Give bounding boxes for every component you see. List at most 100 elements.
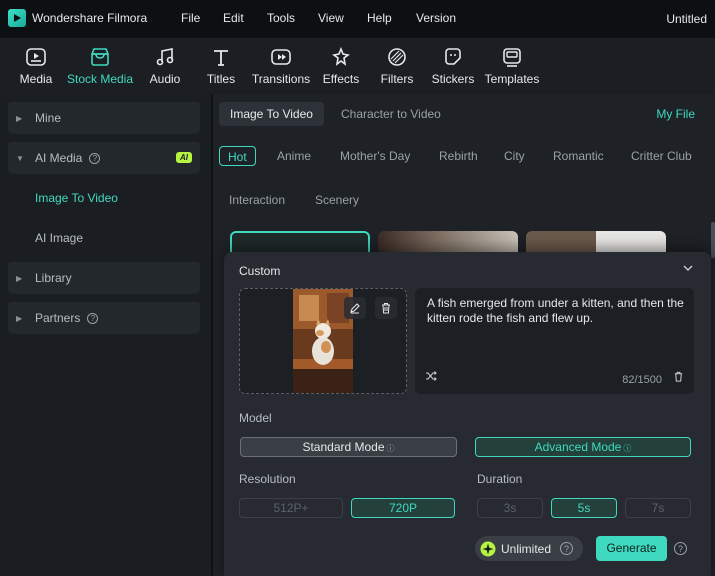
category-rebirth[interactable]: Rebirth bbox=[431, 146, 486, 166]
shuffle-icon[interactable] bbox=[425, 370, 437, 385]
prompt-text[interactable]: A fish emerged from under a kitten, and … bbox=[427, 296, 687, 326]
category-anime[interactable]: Anime bbox=[269, 146, 319, 166]
sidebar-item-label: Mine bbox=[35, 111, 62, 125]
toolbar-label: Media bbox=[19, 72, 53, 86]
sidebar-item-ai-image[interactable]: AI Image bbox=[8, 222, 200, 254]
title-bar: Wondershare Filmora File Edit Tools View… bbox=[0, 0, 715, 38]
category-romantic[interactable]: Romantic bbox=[545, 146, 612, 166]
templates-icon bbox=[503, 48, 521, 67]
sidebar-item-label: AI Media bbox=[35, 151, 83, 165]
toolbar-stock-media[interactable]: Stock Media bbox=[64, 38, 136, 94]
app-name: Wondershare Filmora bbox=[32, 11, 148, 25]
sidebar-item-mine[interactable]: ▶ Mine bbox=[8, 102, 200, 134]
sparkle-icon bbox=[480, 541, 496, 557]
effects-icon bbox=[332, 46, 350, 66]
custom-panel: Custom A fish emerged from under a kitte… bbox=[224, 252, 711, 576]
trash-icon bbox=[382, 303, 390, 314]
uploaded-image-box[interactable] bbox=[239, 288, 407, 394]
delete-image-button[interactable] bbox=[375, 297, 397, 319]
menu-version[interactable]: Version bbox=[416, 11, 456, 25]
info-icon: ⓘ bbox=[623, 444, 632, 453]
duration-5s-button[interactable]: 5s bbox=[551, 498, 617, 518]
ai-badge: AI bbox=[176, 152, 192, 163]
chevron-down-icon[interactable] bbox=[683, 264, 693, 275]
tab-image-to-video[interactable]: Image To Video bbox=[219, 102, 324, 126]
sidebar-item-ai-media[interactable]: ▼ AI Media ? AI bbox=[8, 142, 200, 174]
toolbar-label: Stock Media bbox=[66, 72, 134, 86]
category-city[interactable]: City bbox=[496, 146, 533, 166]
help-icon[interactable]: ? bbox=[674, 542, 687, 555]
duration-3s-button[interactable]: 3s bbox=[477, 498, 543, 518]
scrollbar[interactable] bbox=[711, 222, 715, 258]
menu-file[interactable]: File bbox=[181, 11, 200, 25]
edit-image-button[interactable] bbox=[344, 297, 366, 319]
toolbar-label: Transitions bbox=[251, 72, 311, 86]
document-title: Untitled bbox=[666, 12, 707, 26]
menu-help[interactable]: Help bbox=[367, 11, 392, 25]
toolbar-templates[interactable]: Templates bbox=[484, 38, 540, 94]
unlimited-label: Unlimited bbox=[501, 541, 552, 556]
custom-title: Custom bbox=[239, 264, 281, 278]
toolbar-label: Templates bbox=[484, 72, 540, 86]
toolbar-media[interactable]: Media bbox=[14, 38, 58, 94]
left-sidebar: ▶ Mine ▼ AI Media ? AI Image To Video AI… bbox=[0, 94, 212, 576]
menu-view[interactable]: View bbox=[318, 11, 344, 25]
titles-icon bbox=[214, 50, 228, 66]
transitions-icon bbox=[271, 49, 291, 65]
unlimited-credits-pill[interactable]: Unlimited ? bbox=[475, 536, 583, 561]
toolbar-effects[interactable]: Effects bbox=[321, 38, 361, 94]
filmora-logo-icon bbox=[8, 9, 26, 27]
caret-right-icon: ▶ bbox=[16, 273, 23, 283]
resolution-label: Resolution bbox=[239, 472, 296, 486]
category-critter-club[interactable]: Critter Club bbox=[623, 146, 700, 166]
sidebar-item-label: Library bbox=[35, 271, 72, 285]
toolbar-transitions[interactable]: Transitions bbox=[251, 38, 311, 94]
trash-icon bbox=[674, 371, 683, 382]
category-scenery[interactable]: Scenery bbox=[307, 190, 367, 210]
audio-icon bbox=[156, 48, 174, 66]
sidebar-item-label: Partners bbox=[35, 311, 81, 325]
toolbar-label: Stickers bbox=[431, 72, 475, 86]
sidebar-item-label: Image To Video bbox=[35, 191, 118, 205]
standard-mode-button[interactable]: Standard Mode ⓘ bbox=[240, 437, 457, 457]
toolbar-label: Titles bbox=[206, 72, 236, 86]
toolbar-audio[interactable]: Audio bbox=[144, 38, 186, 94]
help-icon[interactable]: ? bbox=[560, 542, 574, 555]
prompt-input[interactable]: A fish emerged from under a kitten, and … bbox=[415, 288, 694, 394]
generate-button[interactable]: Generate bbox=[596, 536, 667, 561]
advanced-mode-button[interactable]: Advanced Mode ⓘ bbox=[475, 437, 691, 457]
standard-mode-label: Standard Mode bbox=[302, 440, 385, 454]
sidebar-item-label: AI Image bbox=[35, 231, 84, 245]
character-counter: 82/1500 bbox=[622, 374, 662, 386]
category-interaction[interactable]: Interaction bbox=[221, 190, 293, 210]
duration-label: Duration bbox=[477, 472, 523, 486]
toolbar-titles[interactable]: Titles bbox=[201, 38, 241, 94]
my-file-link[interactable]: My File bbox=[656, 107, 695, 121]
menu-tools[interactable]: Tools bbox=[267, 11, 295, 25]
category-mothers-day[interactable]: Mother's Day bbox=[332, 146, 418, 166]
toolbar-label: Audio bbox=[149, 72, 181, 86]
caret-right-icon: ▶ bbox=[16, 113, 23, 123]
stock-media-icon bbox=[90, 48, 110, 66]
toolbar-filters[interactable]: Filters bbox=[377, 38, 417, 94]
resolution-512p-button[interactable]: 512P+ bbox=[239, 498, 343, 518]
category-hot[interactable]: Hot bbox=[219, 146, 256, 166]
sidebar-item-partners[interactable]: ▶ Partners ? bbox=[8, 302, 200, 334]
resolution-720p-button[interactable]: 720P bbox=[351, 498, 455, 518]
help-icon[interactable]: ? bbox=[87, 312, 99, 324]
menu-edit[interactable]: Edit bbox=[223, 11, 244, 25]
model-label: Model bbox=[239, 411, 272, 425]
toolbar-label: Filters bbox=[380, 72, 414, 86]
caret-down-icon: ▼ bbox=[16, 153, 24, 163]
sidebar-item-image-to-video[interactable]: Image To Video bbox=[8, 182, 200, 214]
pencil-icon bbox=[350, 303, 360, 314]
clear-prompt-button[interactable] bbox=[673, 371, 684, 385]
toolbar-stickers[interactable]: Stickers bbox=[430, 38, 476, 94]
sidebar-item-library[interactable]: ▶ Library bbox=[8, 262, 200, 294]
help-icon[interactable]: ? bbox=[89, 152, 101, 164]
duration-7s-button[interactable]: 7s bbox=[625, 498, 691, 518]
media-icon bbox=[26, 48, 46, 66]
info-icon: ⓘ bbox=[386, 444, 395, 453]
tab-character-to-video[interactable]: Character to Video bbox=[330, 102, 452, 126]
filters-icon bbox=[388, 48, 406, 66]
